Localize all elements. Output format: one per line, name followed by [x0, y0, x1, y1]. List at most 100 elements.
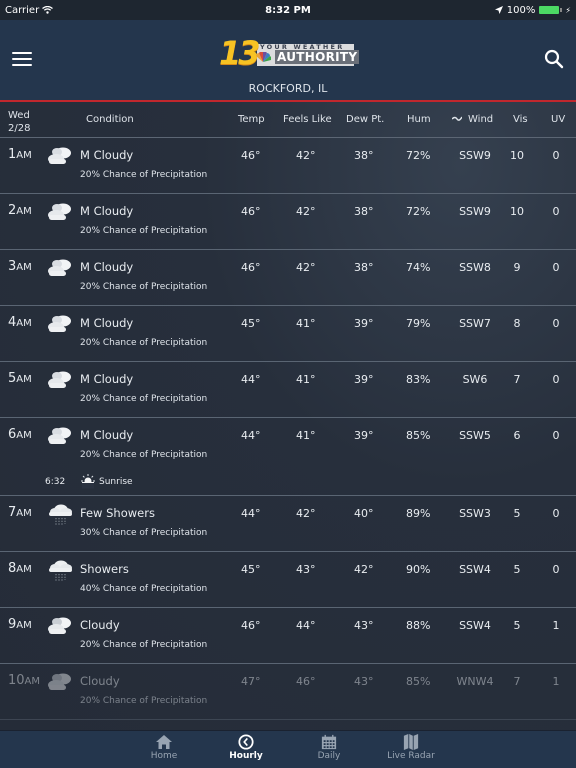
- row-uv: 0: [552, 507, 560, 520]
- wind-icon: [451, 114, 463, 125]
- row-wind: SSW7: [459, 317, 491, 330]
- row-condition: Cloudy: [80, 618, 120, 632]
- row-uv: 1: [552, 675, 560, 688]
- logo-title: AUTHORITY: [275, 50, 360, 64]
- row-condition: Cloudy: [80, 674, 120, 688]
- row-condition: M Cloudy: [80, 316, 134, 330]
- row-uv: 0: [552, 261, 560, 274]
- row-uv: 0: [552, 205, 560, 218]
- row-condition: M Cloudy: [80, 372, 134, 386]
- wifi-icon: [42, 6, 54, 14]
- tab-hourly-label: Hourly: [229, 751, 263, 761]
- mostly-cloudy-icon: [46, 425, 74, 447]
- showers-icon: [46, 559, 74, 582]
- row-uv: 0: [552, 429, 560, 442]
- row-visibility: 10: [510, 205, 524, 218]
- day-label: Wed: [8, 110, 30, 121]
- tab-live-radar[interactable]: Live Radar: [381, 734, 441, 761]
- row-temp: 45°: [241, 317, 261, 330]
- tab-daily-label: Daily: [317, 751, 341, 761]
- cloudy-icon: [46, 671, 74, 693]
- row-hour: 10AM: [8, 673, 41, 688]
- header-visibility: Vis: [513, 114, 528, 125]
- row-temp: 46°: [241, 261, 261, 274]
- battery-percent: 100%: [506, 4, 536, 16]
- mostly-cloudy-icon: [46, 201, 74, 223]
- row-precip-chance: 40% Chance of Precipitation: [80, 584, 208, 594]
- row-feels-like: 43°: [296, 563, 316, 576]
- row-precip-chance: 20% Chance of Precipitation: [80, 282, 208, 292]
- row-humidity: 72%: [406, 205, 431, 218]
- row-wind: WNW4: [456, 675, 494, 688]
- header-condition: Condition: [86, 114, 134, 125]
- table-row[interactable]: 2AM M Cloudy 20% Chance of Precipitation 46…: [0, 194, 576, 250]
- row-visibility: 7: [513, 373, 521, 386]
- showers-icon: [46, 503, 74, 526]
- row-dew-point: 39°: [354, 373, 374, 386]
- table-row[interactable]: 4AM M Cloudy 20% Chance of Precipitation 45…: [0, 306, 576, 362]
- row-condition: M Cloudy: [80, 148, 134, 162]
- mostly-cloudy-icon: [46, 145, 74, 167]
- row-feels-like: 44°: [296, 619, 316, 632]
- day-date: Wed 2/28: [8, 109, 30, 135]
- table-row[interactable]: 6AM M Cloudy 20% Chance of Precipitation 44…: [0, 418, 576, 496]
- station-logo: YOUR WEATHER AUTHORITY 13: [219, 34, 360, 72]
- row-condition: M Cloudy: [80, 260, 134, 274]
- row-hour: 1AM: [8, 147, 32, 162]
- tab-daily[interactable]: Daily: [299, 734, 359, 761]
- row-feels-like: 41°: [296, 429, 316, 442]
- battery-icon: [539, 6, 563, 14]
- row-precip-chance: 20% Chance of Precipitation: [80, 170, 208, 180]
- row-visibility: 5: [513, 563, 521, 576]
- row-precip-chance: 20% Chance of Precipitation: [80, 640, 208, 650]
- hourly-table[interactable]: Wed 2/28 Condition Temp Feels Like Dew P…: [0, 102, 576, 730]
- table-row[interactable]: 10AM Cloudy 20% Chance of Precipitation 47°…: [0, 664, 576, 720]
- sunrise-icon: [80, 473, 96, 489]
- status-bar: Carrier 8:32 PM 100% ⚡: [0, 0, 576, 20]
- table-row[interactable]: 1AM M Cloudy 20% Chance of Precipitation 46…: [0, 138, 576, 194]
- clock: 8:32 PM: [265, 4, 311, 16]
- tab-home-label: Home: [150, 751, 178, 761]
- cloudy-icon: [46, 615, 74, 637]
- row-visibility: 8: [513, 317, 521, 330]
- row-uv: 0: [552, 317, 560, 330]
- header-dew-point: Dew Pt.: [346, 114, 385, 125]
- tab-hourly[interactable]: Hourly: [216, 734, 276, 761]
- row-dew-point: 43°: [354, 619, 374, 632]
- table-row[interactable]: 3AM M Cloudy 20% Chance of Precipitation 46…: [0, 250, 576, 306]
- row-wind: SSW8: [459, 261, 491, 274]
- row-humidity: 72%: [406, 149, 431, 162]
- header-wind: Wind: [468, 114, 494, 125]
- row-feels-like: 41°: [296, 373, 316, 386]
- sunrise-time: 6:32: [45, 477, 66, 487]
- carrier-label: Carrier: [5, 4, 40, 16]
- tab-home[interactable]: Home: [134, 734, 194, 761]
- date-label: 2/28: [8, 123, 31, 134]
- row-condition: M Cloudy: [80, 428, 134, 442]
- table-row[interactable]: 8AM Showers 40% Chance of Precipitation 45°…: [0, 552, 576, 608]
- hourly-rows: 1AM M Cloudy 20% Chance of Precipitation 46…: [0, 138, 576, 720]
- row-precip-chance: 30% Chance of Precipitation: [80, 528, 208, 538]
- row-hour: 8AM: [8, 561, 32, 576]
- mostly-cloudy-icon: [46, 257, 74, 279]
- table-row[interactable]: 9AM Cloudy 20% Chance of Precipitation 46° 4…: [0, 608, 576, 664]
- table-row[interactable]: 5AM M Cloudy 20% Chance of Precipitation 44…: [0, 362, 576, 418]
- header-temp: Temp: [238, 114, 265, 125]
- search-button[interactable]: [542, 47, 566, 71]
- row-feels-like: 42°: [296, 507, 316, 520]
- row-dew-point: 40°: [354, 507, 374, 520]
- row-feels-like: 42°: [296, 261, 316, 274]
- row-dew-point: 38°: [354, 149, 374, 162]
- row-feels-like: 42°: [296, 205, 316, 218]
- tab-live-radar-label: Live Radar: [387, 751, 435, 761]
- row-visibility: 9: [513, 261, 521, 274]
- clock-icon: [238, 734, 254, 750]
- menu-button[interactable]: [12, 52, 32, 66]
- header-humidity: Hum: [407, 114, 431, 125]
- row-feels-like: 41°: [296, 317, 316, 330]
- map-icon: [403, 734, 419, 750]
- table-row[interactable]: 7AM Few Showers 30% Chance of Precipitatio…: [0, 496, 576, 552]
- row-uv: 0: [552, 563, 560, 576]
- sunrise-label: Sunrise: [99, 477, 133, 487]
- row-dew-point: 38°: [354, 261, 374, 274]
